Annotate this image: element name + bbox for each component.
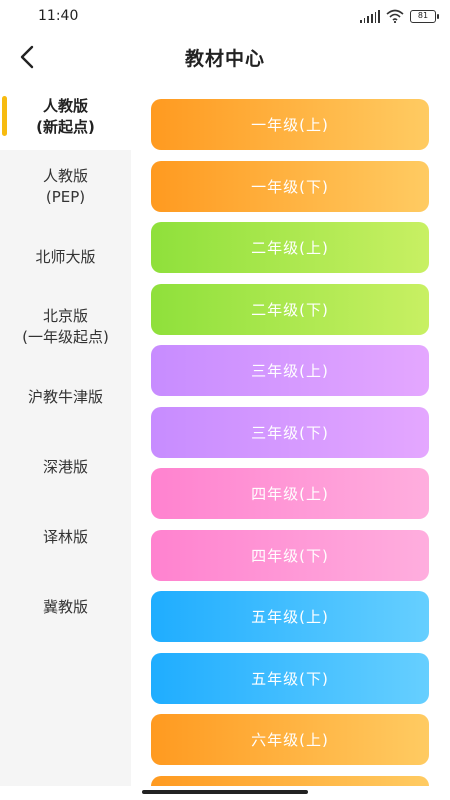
- signal-icon: [360, 9, 381, 23]
- sidebar-item-label: 深港版: [42, 457, 88, 476]
- sidebar-item-label: 冀教版: [42, 597, 88, 616]
- sidebar-item-shengang[interactable]: 深港版: [0, 434, 131, 500]
- sidebar: 人教版 (新起点) 人教版 (PEP) 北师大版 北京版 (一年级起点) 沪教牛…: [0, 84, 131, 786]
- grade-button-6-up[interactable]: 六年级(上): [151, 714, 429, 765]
- grade-button-6-down[interactable]: [151, 776, 429, 786]
- grade-button-2-up[interactable]: 二年级(上): [151, 222, 429, 273]
- sidebar-item-jijiao[interactable]: 冀教版: [0, 574, 131, 640]
- sidebar-item-beijing[interactable]: 北京版 (一年级起点): [0, 294, 131, 360]
- grade-button-4-up[interactable]: 四年级(上): [151, 468, 429, 519]
- battery-icon: 81: [410, 9, 439, 23]
- wifi-icon: [386, 9, 404, 23]
- grade-button-3-down[interactable]: 三年级(下): [151, 407, 429, 458]
- sidebar-item-label: 沪教牛津版: [27, 387, 103, 406]
- page-title: 教材中心: [184, 48, 265, 70]
- sidebar-item-label: 北师大版: [35, 247, 96, 266]
- sidebar-item-renjiao-xinqidian[interactable]: 人教版 (新起点): [0, 84, 131, 150]
- sidebar-item-label: 人教版 (PEP): [42, 167, 88, 206]
- header: 教材中心: [0, 34, 450, 80]
- status-icons: 81: [360, 9, 439, 23]
- grade-button-1-down[interactable]: 一年级(下): [151, 161, 429, 212]
- grade-button-1-up[interactable]: 一年级(上): [151, 99, 429, 150]
- status-time: 11:40: [38, 8, 79, 24]
- grade-button-5-up[interactable]: 五年级(上): [151, 591, 429, 642]
- sidebar-item-renjiao-pep[interactable]: 人教版 (PEP): [0, 154, 131, 220]
- grade-button-4-down[interactable]: 四年级(下): [151, 530, 429, 581]
- sidebar-item-hujiao-niujin[interactable]: 沪教牛津版: [0, 364, 131, 430]
- grade-button-2-down[interactable]: 二年级(下): [151, 284, 429, 335]
- grade-button-5-down[interactable]: 五年级(下): [151, 653, 429, 704]
- sidebar-item-beishida[interactable]: 北师大版: [0, 224, 131, 290]
- grade-button-3-up[interactable]: 三年级(上): [151, 345, 429, 396]
- sidebar-item-yilin[interactable]: 译林版: [0, 504, 131, 570]
- home-indicator[interactable]: [142, 790, 308, 794]
- sidebar-item-label: 人教版 (新起点): [36, 97, 95, 136]
- sidebar-item-label: 北京版 (一年级起点): [22, 307, 109, 346]
- status-bar: 11:40 81: [0, 0, 450, 34]
- grade-list: 一年级(上) 一年级(下) 二年级(上) 二年级(下) 三年级(上) 三年级(下…: [151, 99, 429, 786]
- sidebar-item-label: 译林版: [42, 527, 88, 546]
- active-indicator: [2, 96, 7, 136]
